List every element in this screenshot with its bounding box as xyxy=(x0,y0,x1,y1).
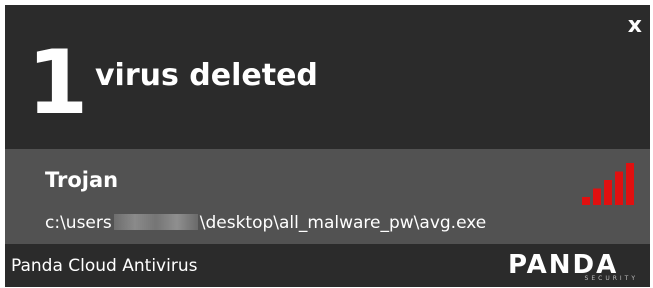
notification-header: x 1 virus deleted xyxy=(5,5,650,149)
threat-path-prefix: c:\users xyxy=(45,213,112,233)
threat-path-suffix: \desktop\all_malware_pw\avg.exe xyxy=(199,213,487,233)
close-button[interactable]: x xyxy=(628,15,642,37)
threat-path: c:\users \desktop\all_malware_pw\avg.exe xyxy=(45,212,486,234)
notification-headline: virus deleted xyxy=(95,58,318,93)
redacted-username xyxy=(113,214,198,230)
virus-notification-popup: x 1 virus deleted Trojan c:\users \deskto… xyxy=(5,5,650,287)
footer-bar: Panda Cloud Antivirus PANDA SECURITY xyxy=(5,244,650,287)
severity-bar xyxy=(604,180,612,205)
panda-logo-subtext: SECURITY xyxy=(584,275,638,282)
threat-details: Trojan c:\users \desktop\all_malware_pw\a… xyxy=(5,149,650,244)
panda-logo: PANDA SECURITY xyxy=(508,251,648,283)
deleted-count: 1 xyxy=(27,31,88,134)
app-name: Panda Cloud Antivirus xyxy=(11,256,198,276)
threat-name: Trojan xyxy=(45,168,119,192)
severity-bar xyxy=(615,171,623,205)
severity-meter-icon xyxy=(582,163,634,205)
severity-bar xyxy=(582,197,590,205)
severity-bar xyxy=(593,188,601,205)
severity-bar xyxy=(626,163,634,205)
